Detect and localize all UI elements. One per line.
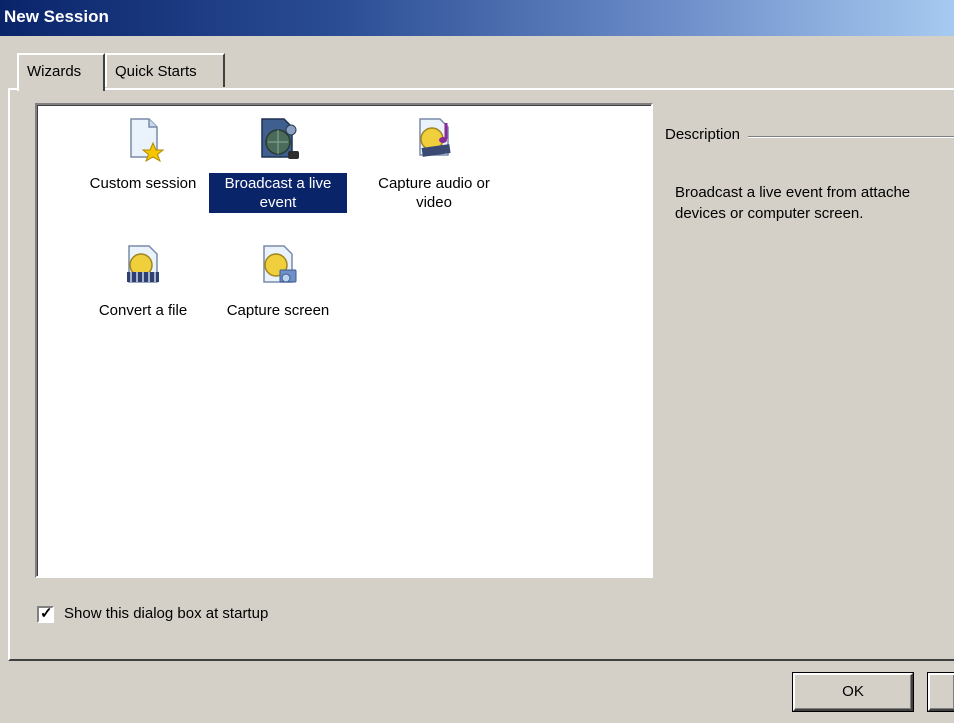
wizard-item-label: Capture screen bbox=[226, 302, 330, 319]
checkmark-icon: ✓ bbox=[40, 605, 53, 622]
capture-audio-video-icon bbox=[419, 118, 451, 157]
wizard-item-label: Custom session bbox=[89, 175, 197, 192]
broadcast-icon bbox=[261, 118, 299, 159]
window-title: New Session bbox=[4, 7, 109, 26]
ok-button-label: OK bbox=[842, 683, 864, 700]
description-text: Broadcast a live event from attache devi… bbox=[675, 182, 954, 224]
tab-wizards-label: Wizards bbox=[27, 63, 82, 80]
tab-quick-starts-label: Quick Starts bbox=[115, 63, 197, 80]
title-bar[interactable]: New Session bbox=[0, 0, 954, 36]
wizard-item-custom-session[interactable]: Custom session bbox=[68, 115, 218, 194]
ok-button[interactable]: OK bbox=[792, 672, 914, 712]
description-heading: Description bbox=[665, 126, 749, 143]
wizard-item-capture-screen[interactable]: Capture screen bbox=[203, 242, 353, 321]
description-line-1: Broadcast a live event from attache bbox=[675, 184, 911, 201]
description-line-2: devices or computer screen. bbox=[675, 205, 864, 222]
cancel-button[interactable] bbox=[927, 672, 954, 712]
wizard-item-convert-file[interactable]: Convert a file bbox=[68, 242, 218, 321]
tab-wizards[interactable]: Wizards bbox=[17, 53, 105, 91]
capture-screen-icon bbox=[263, 245, 297, 283]
wizard-item-broadcast[interactable]: Broadcast a live event bbox=[203, 115, 353, 213]
convert-file-icon bbox=[127, 245, 159, 283]
startup-checkbox-label: Show this dialog box at startup bbox=[64, 605, 269, 622]
wizard-item-label: Capture audio or video bbox=[378, 175, 490, 211]
wizard-list[interactable]: Custom session Broadcast a live event Ca… bbox=[35, 103, 653, 578]
description-group: Description bbox=[665, 126, 954, 143]
wizard-item-capture-audio-video[interactable]: Capture audio or video bbox=[359, 115, 509, 213]
startup-checkbox[interactable]: ✓ bbox=[37, 605, 54, 623]
document-star-icon bbox=[130, 118, 165, 163]
wizard-item-label: Convert a file bbox=[98, 302, 188, 319]
wizard-item-label: Broadcast a live event bbox=[209, 173, 347, 213]
tab-quick-starts[interactable]: Quick Starts bbox=[105, 53, 225, 87]
